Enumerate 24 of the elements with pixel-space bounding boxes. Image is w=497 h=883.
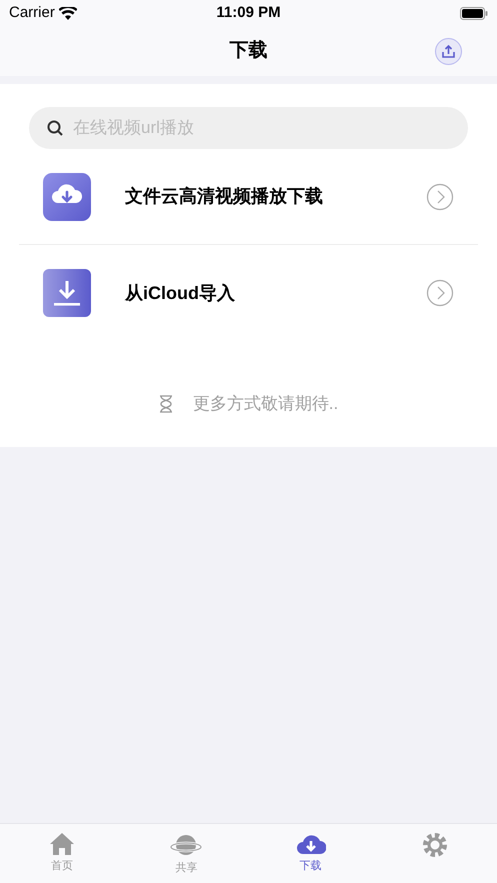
chevron-icon bbox=[426, 182, 454, 210]
list-item[interactable]: 从iCloud导入 bbox=[19, 245, 478, 341]
wifi-icon bbox=[58, 6, 77, 20]
upload-icon bbox=[441, 44, 456, 59]
item-label: 从iCloud导入 bbox=[125, 282, 236, 304]
clock: 11:09 PM bbox=[215, 2, 282, 23]
list-item[interactable]: 文件云高清视频播放下载 bbox=[19, 149, 478, 245]
planet-icon bbox=[170, 832, 202, 858]
tab[interactable]: 首页 bbox=[0, 824, 124, 883]
battery-icon bbox=[460, 6, 488, 20]
item-label: 文件云高清视频播放下载 bbox=[125, 185, 324, 208]
hourglass-icon bbox=[158, 394, 173, 413]
share-button[interactable] bbox=[435, 38, 462, 65]
cloud-download-icon bbox=[43, 172, 91, 220]
tab[interactable]: 共享 bbox=[124, 824, 248, 883]
download-icon bbox=[43, 269, 91, 317]
coming-soon-note: 更多方式敬请期待.. bbox=[192, 393, 338, 415]
page-title: 下载 bbox=[230, 38, 268, 63]
chevron-icon bbox=[426, 279, 454, 307]
tab[interactable]: 下载 bbox=[248, 824, 373, 883]
gear-icon bbox=[422, 832, 448, 858]
carrier-label: Carrier bbox=[9, 2, 55, 23]
search-icon bbox=[47, 120, 63, 136]
home-icon bbox=[49, 832, 76, 856]
